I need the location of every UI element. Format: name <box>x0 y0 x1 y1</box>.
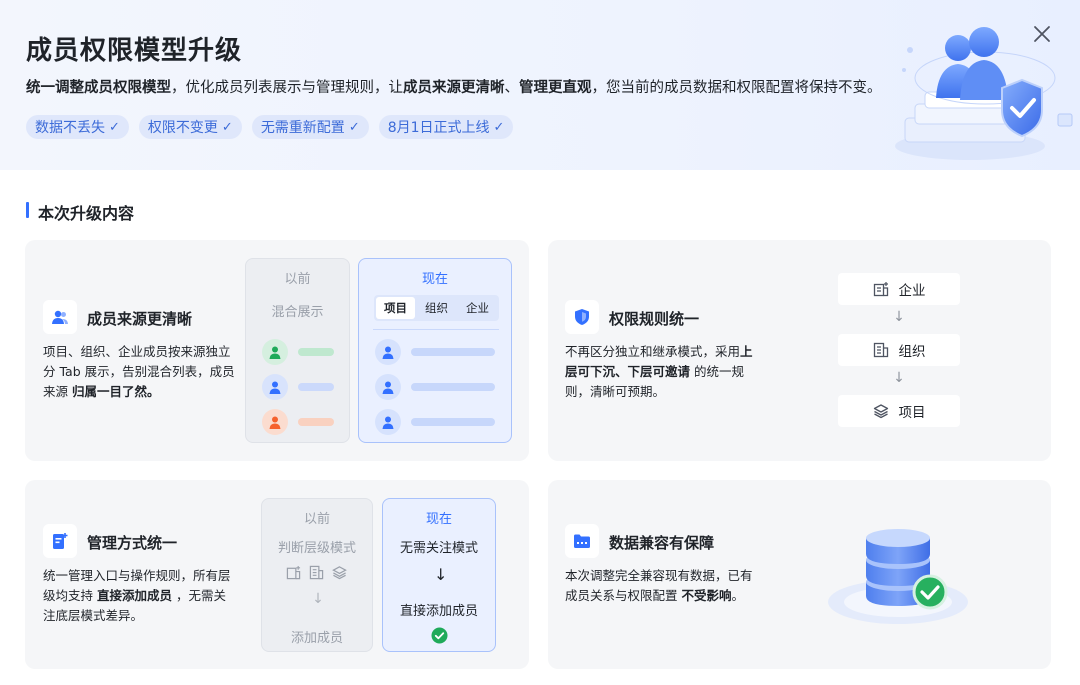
divider <box>373 329 499 330</box>
feature-title-rules: 权限规则统一 <box>609 310 700 328</box>
check-circle-icon <box>431 627 448 644</box>
list-item-bar <box>298 418 334 426</box>
panel-before-manage: 以前 判断层级模式 ↓ 添加成员 <box>261 498 373 652</box>
chip-label: 无需重新配置 <box>260 120 345 136</box>
data-icon <box>565 524 599 558</box>
feature-chip: 数据不丢失 ✓ <box>26 115 129 139</box>
arrow-down-icon: ↓ <box>434 565 448 584</box>
feature-desc-rules: 不再区分独立和继承模式，采用上层可下沉、下层可邀请 的统一规则，清晰可预期。 <box>565 344 753 399</box>
feature-chip: 无需重新配置 ✓ <box>251 115 369 139</box>
users-icon <box>43 300 77 334</box>
arrow-down-icon: ↓ <box>312 591 324 607</box>
list-item-bar <box>411 348 495 356</box>
panel-before-source: 以前 混合展示 <box>245 258 350 443</box>
subtitle-segment: 、 <box>504 80 520 96</box>
list-item-bar <box>298 383 334 391</box>
subtitle-segment: ，优化成员列表展示与管理规则，让 <box>171 80 403 96</box>
before-label: 以前 <box>284 272 311 287</box>
chip-label: 权限不变更 <box>147 120 218 136</box>
avatar <box>375 339 401 365</box>
feature-desc-compat: 本次调整完全兼容现有数据，已有成员关系与权限配置 不受影响。 <box>565 568 753 603</box>
source-tabs: 项目 组织 企业 <box>374 295 499 321</box>
list-item-bar <box>411 418 495 426</box>
before-sublabel: 混合展示 <box>271 305 324 320</box>
panel-now-source: 现在 项目 组织 企业 <box>358 258 512 443</box>
project-icon <box>873 404 888 419</box>
feature-chip: 权限不变更 ✓ <box>138 115 242 139</box>
list-item-bar <box>411 383 495 391</box>
hierarchy-node-enterprise: 企业 <box>838 273 960 305</box>
feature-card-member-source: 成员来源更清晰 项目、组织、企业成员按来源独立分 Tab 展示，告别混合列表，成… <box>25 240 529 461</box>
subtitle-segment: 成员来源更清晰 <box>403 80 505 96</box>
chip-label: 数据不丢失 <box>35 120 105 136</box>
users-shield-illustration <box>895 27 1073 160</box>
now-label: 现在 <box>425 512 452 527</box>
feature-title-manage: 管理方式统一 <box>87 534 178 552</box>
feature-card-permission-rules: 权限规则统一 不再区分独立和继承模式，采用上层可下沉、下层可邀请 的统一规则，清… <box>548 240 1051 461</box>
avatar <box>375 374 401 400</box>
list-item-bar <box>298 348 334 356</box>
project-icon <box>332 566 347 580</box>
organization-icon <box>873 342 888 358</box>
shield-icon <box>565 300 599 334</box>
chip-label: 8月1日正式上线 <box>387 120 490 136</box>
organization-icon <box>309 565 324 580</box>
hierarchy-node-organization: 组织 <box>838 334 960 366</box>
avatar <box>262 339 288 365</box>
subtitle-segment: 统一调整成员权限模型 <box>26 80 171 96</box>
feature-desc-source: 项目、组织、企业成员按来源独立分 Tab 展示，告别混合列表，成员来源 归属一目… <box>43 344 235 399</box>
arrow-down-icon: ↓ <box>893 370 905 386</box>
hierarchy-node-project: 项目 <box>838 395 960 427</box>
avatar <box>375 409 401 435</box>
subtitle-segment: ，您当前的成员数据和权限配置将保持不变。 <box>591 80 882 96</box>
before-sublabel: 判断层级模式 <box>277 541 356 556</box>
check-icon: ✓ <box>109 119 120 135</box>
subtitle-segment: 管理更直观 <box>519 80 592 96</box>
now-label: 现在 <box>421 272 448 287</box>
header-banner: 成员权限模型升级 统一调整成员权限模型，优化成员列表展示与管理规则，让成员来源更… <box>0 0 1080 170</box>
check-icon: ✓ <box>221 119 233 135</box>
feature-desc-manage: 统一管理入口与操作规则，所有层级均支持 直接添加成员 ，无需关注底层模式差异。 <box>43 568 231 623</box>
feature-chips: 数据不丢失 ✓ 权限不变更 ✓ 无需重新配置 ✓ 8月1日正式上线 ✓ <box>26 115 514 139</box>
tab-organization[interactable]: 组织 <box>417 297 456 319</box>
tab-enterprise[interactable]: 企业 <box>458 297 497 319</box>
arrow-down-icon: ↓ <box>893 309 905 325</box>
header-subtitle: 统一调整成员权限模型，优化成员列表展示与管理规则，让成员来源更清晰、管理更直观，… <box>26 76 882 97</box>
database-check-illustration <box>828 529 968 624</box>
feature-card-management: 管理方式统一 统一管理入口与操作规则，所有层级均支持 直接添加成员 ，无需关注底… <box>25 480 529 669</box>
feature-title-source: 成员来源更清晰 <box>87 310 193 328</box>
tab-project[interactable]: 项目 <box>376 297 415 319</box>
enterprise-icon <box>873 282 888 297</box>
before-result: 添加成员 <box>290 631 343 646</box>
before-label: 以前 <box>303 512 330 527</box>
now-result: 直接添加成员 <box>399 604 478 619</box>
mode-icons <box>286 565 347 580</box>
avatar <box>262 374 288 400</box>
avatar <box>262 409 288 435</box>
enterprise-icon <box>286 565 301 580</box>
now-sublabel: 无需关注模式 <box>399 541 478 556</box>
feature-title-compat: 数据兼容有保障 <box>609 534 715 552</box>
page-title: 成员权限模型升级 <box>26 36 243 66</box>
check-icon: ✓ <box>348 119 360 135</box>
manage-icon <box>43 524 77 558</box>
check-icon: ✓ <box>493 119 505 135</box>
feature-chip: 8月1日正式上线 ✓ <box>378 115 514 139</box>
panel-now-manage: 现在 无需关注模式 ↓ 直接添加成员 <box>382 498 496 652</box>
feature-card-data-compat: 数据兼容有保障 本次调整完全兼容现有数据，已有成员关系与权限配置 不受影响。 <box>548 480 1051 669</box>
section-title: 本次升级内容 <box>26 200 134 224</box>
